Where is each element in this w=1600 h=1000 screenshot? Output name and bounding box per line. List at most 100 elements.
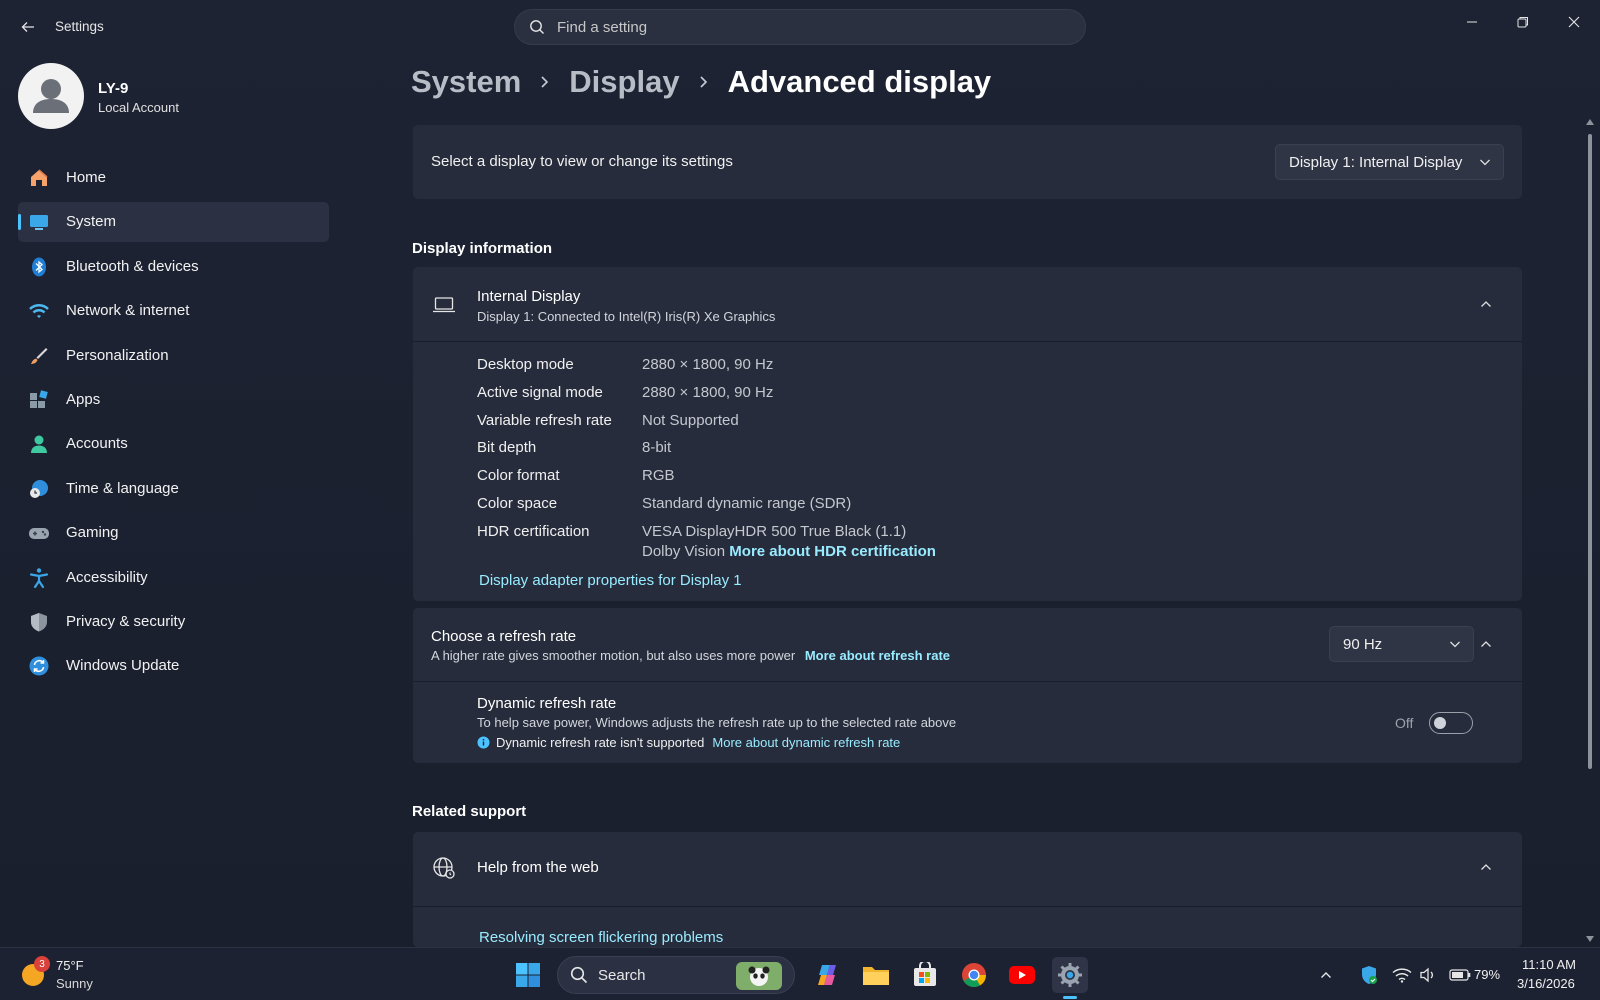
chrome-taskbar-button[interactable] <box>956 957 992 993</box>
copilot-taskbar-button[interactable] <box>809 957 845 993</box>
refresh-rate-title: Choose a refresh rate <box>431 628 577 645</box>
sidebar-item-label: Windows Update <box>66 657 180 675</box>
sidebar-item-label: Bluetooth & devices <box>66 257 199 275</box>
security-tray-button[interactable] <box>1357 957 1381 993</box>
sidebar-item-gaming[interactable]: Gaming <box>18 513 329 553</box>
sidebar-item-apps[interactable]: Apps <box>18 380 329 420</box>
refresh-rate-dropdown[interactable]: 90 Hz <box>1329 626 1474 662</box>
volume-tray-button[interactable] <box>1416 957 1440 993</box>
sidebar-item-accessibility[interactable]: Accessibility <box>18 558 329 598</box>
screen-flickering-link[interactable]: Resolving screen flickering problems <box>479 929 723 946</box>
weather-badge: 3 <box>34 956 50 972</box>
chrome-icon <box>962 963 986 988</box>
brush-icon <box>28 345 50 367</box>
collapse-refresh-rate-button[interactable] <box>1471 629 1501 659</box>
settings-search-box[interactable] <box>514 9 1086 45</box>
panda-image-icon <box>736 962 782 990</box>
info-icon <box>477 736 490 749</box>
avatar[interactable] <box>18 63 84 129</box>
apps-icon <box>28 389 50 411</box>
sidebar-item-accounts[interactable]: Accounts <box>18 424 329 464</box>
settings-window: Settings LY-9 Local Account Home <box>0 0 1600 947</box>
sidebar-item-label: Personalization <box>66 346 169 364</box>
minimize-icon <box>1467 21 1477 23</box>
accessibility-icon <box>28 567 50 589</box>
sidebar-item-label: Accessibility <box>66 568 148 586</box>
title-bar: Settings <box>0 0 1600 54</box>
account-type: Local Account <box>98 100 179 115</box>
sidebar-item-personalization[interactable]: Personalization <box>18 336 329 376</box>
dynamic-refresh-note: Dynamic refresh rate isn't supported <box>496 735 705 750</box>
dolby-vision-text: Dolby Vision <box>642 543 726 560</box>
battery-tray-button[interactable] <box>1448 957 1472 993</box>
taskbar: 3 75°F Sunny Search 79% 11:10 AM 3/16/20… <box>0 947 1600 1000</box>
dynamic-refresh-toggle-state: Off <box>1395 715 1414 731</box>
refresh-rate-link[interactable]: More about refresh rate <box>805 648 950 663</box>
clock-date[interactable]: 3/16/2026 <box>1517 976 1575 991</box>
info-value: 2880 × 1800, 90 Hz <box>642 384 774 401</box>
info-key: Color space <box>477 495 558 512</box>
sidebar-item-home[interactable]: Home <box>18 158 329 198</box>
dynamic-refresh-toggle[interactable] <box>1429 712 1473 734</box>
accounts-icon <box>28 433 50 455</box>
globe-clock-icon <box>28 478 50 500</box>
collapse-help-button[interactable] <box>1471 852 1501 882</box>
restore-button[interactable] <box>1500 6 1546 38</box>
settings-taskbar-button[interactable] <box>1052 957 1088 999</box>
help-from-web-title: Help from the web <box>477 859 599 876</box>
sidebar-item-windows-update[interactable]: Windows Update <box>18 646 329 686</box>
display-name: Internal Display <box>477 288 581 305</box>
refresh-rate-card: Choose a refresh rate A higher rate give… <box>413 608 1522 763</box>
folder-icon <box>863 967 889 985</box>
show-hidden-icons-button[interactable] <box>1314 957 1338 993</box>
search-icon <box>570 966 588 984</box>
scroll-thumb[interactable] <box>1588 134 1592 769</box>
breadcrumb-system[interactable]: System <box>411 64 521 100</box>
sidebar-item-privacy[interactable]: Privacy & security <box>18 602 329 642</box>
sidebar-item-system[interactable]: System <box>18 202 329 243</box>
globe-icon <box>432 856 456 885</box>
info-value: VESA DisplayHDR 500 True Black (1.1) <box>642 523 907 540</box>
sidebar-item-time-language[interactable]: Time & language <box>18 469 329 509</box>
display-adapter-properties-link[interactable]: Display adapter properties for Display 1 <box>479 572 742 592</box>
info-value: RGB <box>642 467 675 484</box>
sidebar-item-label: Time & language <box>66 479 179 497</box>
clock-time[interactable]: 11:10 AM <box>1522 957 1576 972</box>
youtube-taskbar-button[interactable] <box>1004 957 1040 993</box>
hdr-certification-link[interactable]: More about HDR certification <box>729 543 936 560</box>
taskbar-search[interactable]: Search <box>557 956 795 994</box>
dynamic-refresh-subtitle: To help save power, Windows adjusts the … <box>477 715 957 730</box>
bluetooth-icon <box>28 256 50 278</box>
minimize-button[interactable] <box>1449 6 1495 38</box>
chevron-up-icon <box>1481 641 1491 647</box>
info-key: HDR certification <box>477 523 590 540</box>
scroll-up-arrow-icon[interactable] <box>1586 119 1594 125</box>
dynamic-refresh-title: Dynamic refresh rate <box>477 695 617 712</box>
info-key: Variable refresh rate <box>477 412 612 429</box>
breadcrumb-display[interactable]: Display <box>569 64 679 100</box>
store-icon <box>914 962 936 986</box>
scrollbar[interactable] <box>1586 119 1594 942</box>
wifi-tray-button[interactable] <box>1390 957 1414 993</box>
sidebar-item-bluetooth[interactable]: Bluetooth & devices <box>18 247 329 287</box>
sidebar-item-label: Privacy & security <box>66 612 186 630</box>
weather-widget[interactable]: 3 75°F Sunny <box>20 956 120 994</box>
collapse-display-info-button[interactable] <box>1471 289 1501 319</box>
file-explorer-taskbar-button[interactable] <box>858 957 894 993</box>
display-select-dropdown[interactable]: Display 1: Internal Display <box>1275 144 1504 180</box>
search-input[interactable] <box>557 18 1037 36</box>
divider <box>413 341 1522 342</box>
info-key: Color format <box>477 467 560 484</box>
scroll-down-arrow-icon[interactable] <box>1586 936 1594 942</box>
divider <box>413 906 1522 907</box>
dynamic-refresh-link[interactable]: More about dynamic refresh rate <box>712 735 900 750</box>
battery-percentage: 79% <box>1474 967 1501 982</box>
close-icon <box>1568 16 1580 28</box>
start-button[interactable] <box>510 957 546 993</box>
chevron-up-icon <box>1481 864 1491 870</box>
display-connection: Display 1: Connected to Intel(R) Iris(R)… <box>477 309 776 324</box>
store-taskbar-button[interactable] <box>907 957 943 993</box>
close-button[interactable] <box>1551 6 1597 38</box>
sidebar-item-network[interactable]: Network & internet <box>18 291 329 331</box>
back-button[interactable] <box>14 14 42 40</box>
